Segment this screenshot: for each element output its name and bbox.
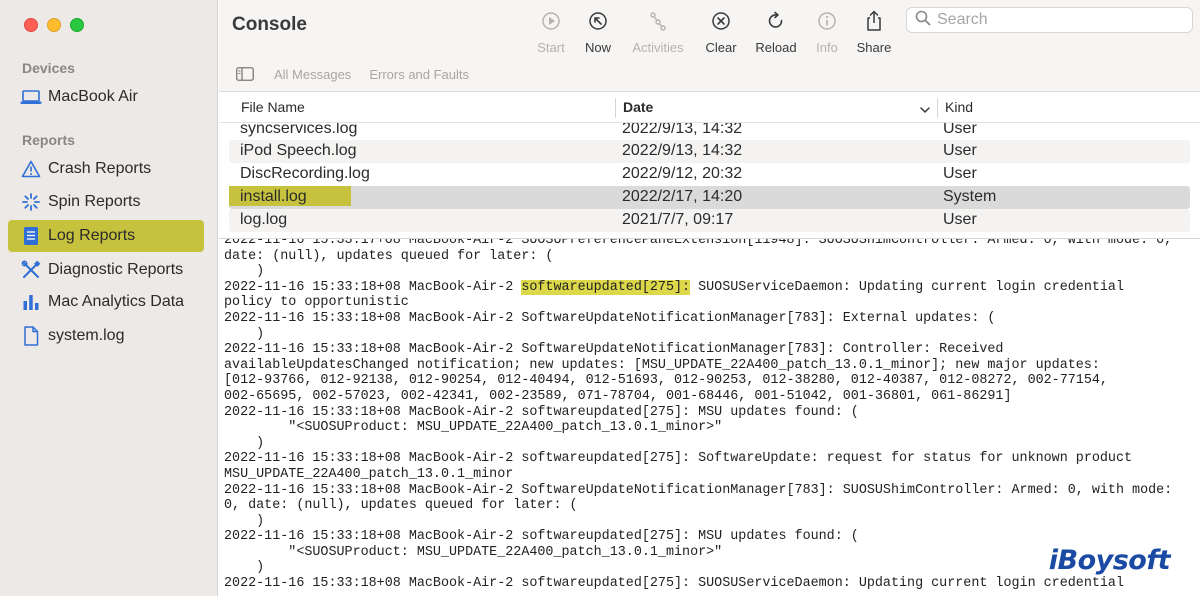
- sidebar: Devices MacBook Air Reports Crash Report…: [0, 0, 218, 596]
- reports-section-label: Reports: [22, 132, 75, 148]
- column-header-date[interactable]: Date: [623, 99, 653, 115]
- zoom-window-button[interactable]: [70, 18, 84, 32]
- search-field[interactable]: [906, 7, 1193, 33]
- sidebar-item-label: Crash Reports: [48, 160, 152, 177]
- table-header: File Name Date Kind: [219, 93, 1200, 123]
- sidebar-item-label: MacBook Air: [48, 88, 138, 105]
- sidebar-item-crash-reports[interactable]: Crash Reports: [8, 153, 204, 185]
- activities-icon: [645, 8, 671, 34]
- table-row[interactable]: log.log 2021/7/7, 09:17 User: [229, 209, 1190, 232]
- bar-chart-icon: [20, 291, 42, 313]
- file-list: syncservices.log 2022/9/13, 14:32 User i…: [219, 123, 1200, 238]
- date-cell: 2022/9/12, 20:32: [622, 165, 743, 182]
- column-divider[interactable]: [615, 98, 616, 118]
- log-highlight: softwareupdated[275]:: [521, 279, 691, 295]
- warning-icon: [20, 158, 42, 180]
- play-icon: [538, 8, 564, 34]
- file-name-cell: log.log: [240, 211, 288, 228]
- sidebar-item-diagnostic-reports[interactable]: Diagnostic Reports: [8, 254, 204, 286]
- column-header-file-name[interactable]: File Name: [241, 99, 305, 115]
- chevron-down-icon[interactable]: [919, 102, 931, 118]
- window-controls: [24, 18, 84, 32]
- sidebar-item-macbook-air[interactable]: MacBook Air: [8, 81, 204, 113]
- log-text: 2022-11-16 15:33:17+08 MacBook-Air-2 SUO…: [224, 238, 1173, 592]
- table-row[interactable]: syncservices.log 2022/9/13, 14:32 User: [229, 123, 1190, 141]
- devices-section-label: Devices: [22, 60, 75, 76]
- column-header-kind[interactable]: Kind: [945, 99, 973, 115]
- spinner-icon: [20, 191, 42, 213]
- sidebar-item-spin-reports[interactable]: Spin Reports: [8, 186, 204, 218]
- filter-all-messages[interactable]: All Messages: [274, 67, 351, 82]
- jump-to-now-icon: [585, 8, 611, 34]
- file-name-cell: syncservices.log: [240, 123, 358, 137]
- sidebar-item-label: Spin Reports: [48, 193, 141, 210]
- date-cell: 2022/9/13, 14:32: [622, 142, 743, 159]
- search-input[interactable]: [937, 11, 1177, 29]
- sidebar-item-label: Mac Analytics Data: [48, 293, 185, 310]
- document-icon: [20, 225, 42, 247]
- table-row[interactable]: iPod Speech.log 2022/9/13, 14:32 User: [229, 140, 1190, 163]
- close-window-button[interactable]: [24, 18, 38, 32]
- kind-cell: User: [943, 211, 977, 228]
- kind-cell: User: [943, 142, 977, 159]
- date-cell: 2022/9/13, 14:32: [622, 123, 743, 137]
- tools-icon: [20, 259, 42, 281]
- reload-icon: [763, 8, 789, 34]
- sidebar-item-system-log[interactable]: system.log: [8, 320, 204, 352]
- search-icon: [915, 10, 931, 31]
- date-cell: 2021/7/7, 09:17: [622, 211, 734, 228]
- minimize-window-button[interactable]: [47, 18, 61, 32]
- file-name-cell: DiscRecording.log: [240, 165, 370, 182]
- table-row[interactable]: DiscRecording.log 2022/9/12, 20:32 User: [229, 163, 1190, 186]
- sidebar-item-mac-analytics-data[interactable]: Mac Analytics Data: [8, 286, 204, 318]
- share-icon: [861, 8, 887, 34]
- watermark-logo: iBoysoft: [1048, 545, 1171, 576]
- kind-cell: User: [943, 165, 977, 182]
- column-divider[interactable]: [937, 98, 938, 118]
- file-name-cell: install.log: [240, 188, 307, 205]
- file-name-cell: iPod Speech.log: [240, 142, 357, 159]
- toolbar: Console Start Now Activities Clear Reloa…: [219, 0, 1200, 92]
- sidebar-item-label: system.log: [48, 327, 125, 344]
- kind-cell: System: [943, 188, 997, 205]
- now-button[interactable]: Now: [566, 8, 630, 55]
- kind-cell: User: [943, 123, 977, 137]
- date-cell: 2022/2/17, 14:20: [622, 188, 743, 205]
- share-button[interactable]: Share: [842, 8, 906, 55]
- info-icon: [814, 8, 840, 34]
- sidebar-item-label: Diagnostic Reports: [48, 261, 184, 278]
- sidebar-toggle-icon[interactable]: [236, 66, 256, 82]
- log-content[interactable]: 2022-11-16 15:33:17+08 MacBook-Air-2 SUO…: [219, 238, 1200, 596]
- clear-icon: [708, 8, 734, 34]
- sidebar-item-log-reports[interactable]: Log Reports: [8, 220, 204, 252]
- app-title: Console: [232, 14, 307, 35]
- filter-bar: All Messages Errors and Faults: [219, 56, 1200, 92]
- table-row-selected[interactable]: install.log 2022/2/17, 14:20 System: [229, 186, 1190, 209]
- filter-errors-and-faults[interactable]: Errors and Faults: [369, 67, 469, 82]
- sidebar-item-label: Log Reports: [48, 227, 136, 244]
- laptop-icon: [20, 86, 42, 108]
- file-icon: [20, 325, 42, 347]
- activities-button[interactable]: Activities: [626, 8, 690, 55]
